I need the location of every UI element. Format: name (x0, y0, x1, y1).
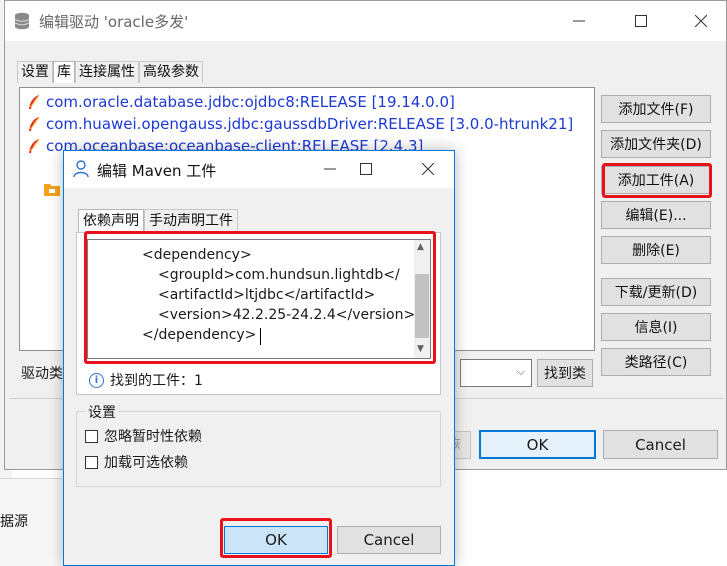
settings-group: 设置 忽略暂时性依赖 加载可选依赖 (76, 402, 441, 487)
add-folder-button[interactable]: 添加文件夹(D) (601, 130, 711, 158)
delete-button[interactable]: 删除(E) (601, 236, 711, 264)
ok-button[interactable]: OK (479, 430, 596, 459)
folder-icon (44, 184, 60, 196)
maven-dialog-title: 编辑 Maven 工件 (97, 162, 217, 180)
minimize-button[interactable] (312, 155, 348, 183)
dialog-titlebar: 编辑驱动 'oracle多发' (5, 1, 726, 41)
background-app-panel: 据源 (0, 478, 62, 566)
maximize-icon (635, 15, 647, 27)
close-button[interactable] (681, 7, 721, 35)
driver-class-select[interactable]: ⌵ (460, 359, 532, 387)
add-file-button[interactable]: 添加文件(F) (601, 95, 711, 123)
cancel-button[interactable]: Cancel (603, 430, 718, 459)
tab-settings[interactable]: 设置 (17, 61, 53, 83)
minimize-icon (324, 168, 336, 170)
close-icon (422, 163, 434, 175)
highlight-maven-ok (220, 518, 332, 558)
edit-maven-artifact-dialog: 编辑 Maven 工件 依赖声明 手动声明工件 <dependency> <gr… (63, 150, 455, 566)
info-button[interactable]: 信息(I) (601, 313, 711, 341)
maven-tabs: 依赖声明 手动声明工件 (78, 209, 238, 233)
library-item[interactable]: com.huawei.opengauss.jdbc:gaussdbDriver:… (29, 113, 574, 135)
load-optional-deps-option[interactable]: 加载可选依赖 (85, 452, 188, 472)
highlight-add-artifact (602, 163, 712, 198)
ignore-transient-deps-option[interactable]: 忽略暂时性依赖 (85, 426, 202, 446)
dialog-title: 编辑驱动 'oracle多发' (39, 13, 189, 31)
close-icon (695, 15, 707, 27)
settings-group-title: 设置 (85, 402, 119, 422)
library-name: com.oracle.database.jdbc:ojdbc8:RELEASE … (46, 93, 455, 111)
library-item[interactable]: com.oracle.database.jdbc:ojdbc8:RELEASE … (29, 91, 455, 113)
minimize-button[interactable] (559, 7, 599, 35)
maven-feather-icon (29, 116, 40, 131)
driver-class-label: 驱动类 (21, 366, 63, 382)
tab-dependency-declaration[interactable]: 依赖声明 (78, 209, 144, 233)
library-name: com.huawei.opengauss.jdbc:gaussdbDriver:… (46, 115, 574, 133)
maven-feather-icon (29, 138, 40, 153)
info-icon: i (89, 372, 104, 388)
tab-advanced-parameters[interactable]: 高级参数 (139, 61, 203, 83)
background-label: 据源 (0, 514, 28, 530)
maximize-button[interactable] (348, 155, 384, 183)
maximize-button[interactable] (621, 7, 661, 35)
chevron-down-icon: ⌵ (516, 365, 525, 378)
find-class-button[interactable]: 找到类 (537, 359, 593, 387)
maximize-icon (360, 163, 372, 175)
maven-dialog-titlebar: 编辑 Maven 工件 (64, 151, 454, 188)
option-label: 忽略暂时性依赖 (104, 429, 202, 445)
edit-button[interactable]: 编辑(E)... (601, 201, 711, 229)
checkbox[interactable] (85, 429, 98, 443)
tab-libraries[interactable]: 库 (53, 61, 75, 83)
user-icon (73, 160, 89, 178)
download-update-button[interactable]: 下载/更新(D) (601, 278, 711, 306)
found-artifacts-status: i 找到的工件：1 (89, 370, 203, 390)
checkbox[interactable] (85, 455, 98, 469)
minimize-icon (573, 20, 585, 22)
found-artifacts-text: 找到的工件：1 (110, 373, 203, 389)
classpath-button[interactable]: 类路径(C) (601, 348, 711, 376)
option-label: 加载可选依赖 (104, 455, 188, 471)
tab-connection-properties[interactable]: 连接属性 (75, 61, 139, 83)
driver-tabs: 设置 库 连接属性 高级参数 (17, 61, 203, 83)
highlight-dependency-editor (84, 231, 436, 364)
maven-cancel-button[interactable]: Cancel (337, 526, 441, 554)
maven-feather-icon (29, 94, 40, 109)
tab-manual-artifact[interactable]: 手动声明工件 (144, 209, 238, 232)
close-button[interactable] (410, 155, 446, 183)
database-icon (14, 12, 30, 30)
